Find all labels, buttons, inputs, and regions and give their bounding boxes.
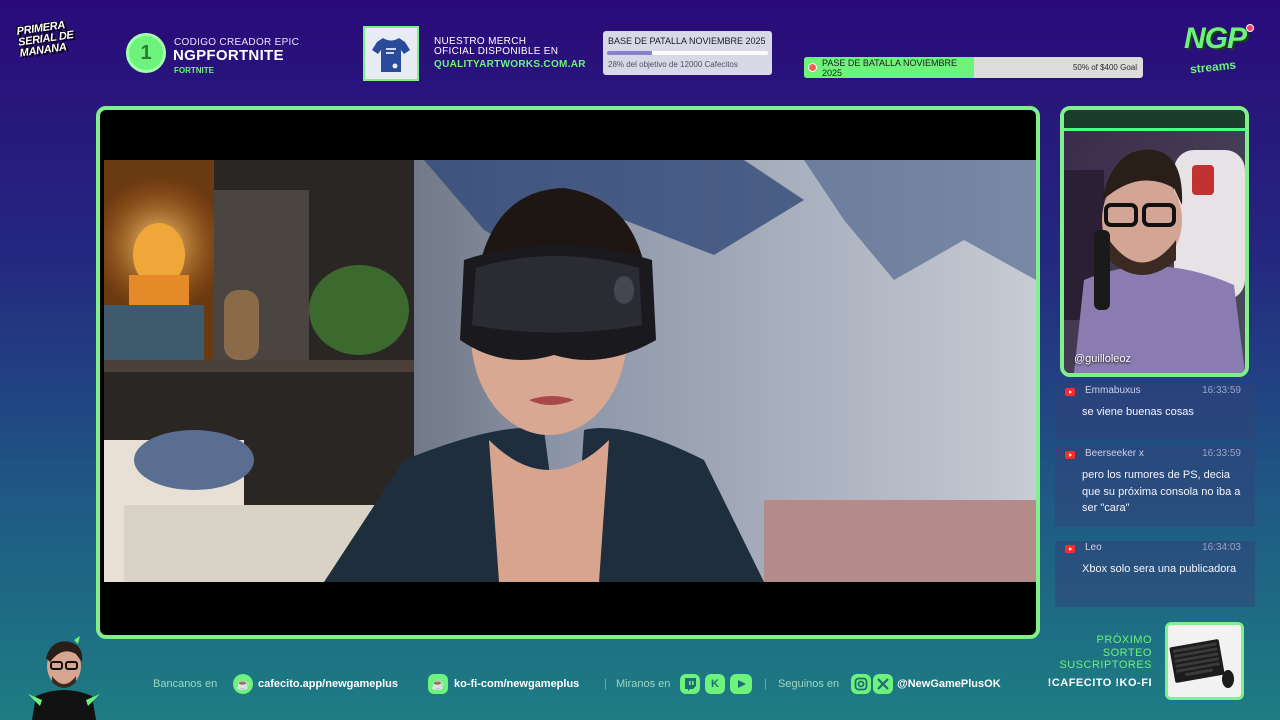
cafecito-goal-widget: BASE DE PATALLA NOVIEMBRE 2025 28% del o…: [603, 31, 772, 75]
cafecito-goal-progress-track: [607, 51, 768, 55]
cafecito-goal-subtitle: 28% del objetivo de 12000 Cafecitos: [608, 60, 738, 69]
kofi-goal-title: PASE DE BATALLA NOVIEMBRE 2025: [822, 58, 958, 78]
main-video-player[interactable]: [96, 106, 1040, 639]
x-twitter-icon[interactable]: [873, 674, 893, 694]
raffle-commands: !CAFECITO !KO-FI: [1047, 677, 1152, 689]
merch-url-link[interactable]: QUALITYARTWORKS.COM.AR: [434, 59, 586, 70]
chat-username: Leo: [1085, 542, 1102, 553]
footer-cafecito-link[interactable]: cafecito.app/newgameplus: [258, 678, 398, 690]
creator-code-value: NGPFORTNITE: [173, 47, 284, 64]
mascot-image: [28, 636, 100, 720]
keyboard-mouse-image: [1168, 625, 1241, 697]
raffle-prize-image: [1165, 622, 1244, 700]
youtube-icon: [1065, 388, 1075, 396]
creator-code-game: FORTNITE: [174, 66, 214, 75]
chat-message: Leo 16:34:03 Xbox solo sera una publicad…: [1055, 541, 1255, 607]
footer-bancanos-label: Bancanos en: [153, 678, 218, 690]
footer-social-handle[interactable]: @NewGamePlusOK: [897, 678, 1001, 690]
streamer-avatar-mascot: [26, 636, 102, 720]
chat-text: pero los rumores de PS, decia que su pró…: [1082, 469, 1241, 514]
instagram-icon[interactable]: [851, 674, 871, 694]
chat-timestamp: 16:33:59: [1202, 385, 1241, 396]
chat-username: Beerseeker x: [1085, 448, 1144, 459]
footer-kofi-link[interactable]: ko-fi-com/newgameplus: [454, 678, 579, 690]
logo-live-dot-icon: [1246, 24, 1254, 32]
webcam-handle-label: @guilloleoz: [1074, 353, 1132, 365]
kofi-cup-icon: [808, 63, 817, 72]
cafecito-goal-progress-fill: [607, 51, 653, 55]
chat-timestamp: 16:33:59: [1202, 448, 1241, 459]
chat-text: Xbox solo sera una publicadora: [1082, 563, 1237, 575]
webcam-image: [1064, 110, 1245, 373]
cafecito-goal-title: BASE DE PATALLA NOVIEMBRE 2025: [608, 36, 766, 46]
chat-text: se viene buenas cosas: [1082, 406, 1194, 418]
ngp-streams-logo: NGP streams: [1182, 22, 1260, 78]
webcam-feed: @guilloleoz: [1060, 106, 1249, 377]
youtube-icon[interactable]: [730, 674, 752, 694]
chat-username: Emmabuxus: [1085, 385, 1141, 396]
kofi-goal-widget: PASE DE BATALLA NOVIEMBRE 2025 50% of $4…: [804, 57, 1143, 78]
ngp-logo-sub: streams: [1189, 57, 1237, 77]
footer-separator: |: [764, 678, 767, 690]
youtube-icon: [1065, 451, 1075, 459]
kofi-goal-amount: 50% of $400 Goal: [1072, 63, 1137, 72]
chat-timestamp: 16:34:03: [1202, 542, 1241, 553]
stream-logo-left: PRIMERA SERIAL DE MANANA: [15, 19, 75, 60]
chat-message: Emmabuxus 16:33:59 se viene buenas cosas: [1055, 384, 1255, 440]
creator-code-badge-icon: 1: [126, 33, 166, 73]
ngp-logo-mark: NGP: [1184, 22, 1247, 55]
footer-miranos-label: Miranos en: [616, 678, 671, 690]
footer-separator: |: [604, 678, 607, 690]
footer-seguinos-label: Seguinos en: [778, 678, 840, 690]
video-scene-image: [104, 160, 1036, 582]
chat-message: Beerseeker x 16:33:59 pero los rumores d…: [1055, 447, 1255, 527]
merch-tshirt-image: [363, 26, 419, 81]
raffle-title-line2: SORTEO: [1102, 646, 1152, 659]
kofi-cup-icon: ☕: [428, 674, 448, 694]
youtube-icon: [1065, 545, 1075, 553]
raffle-title-line1: PRÓXIMO: [1096, 634, 1152, 646]
kick-icon[interactable]: K: [705, 674, 725, 694]
raffle-title: PRÓXIMO SORTEO SUSCRIPTORES: [1032, 634, 1152, 672]
twitch-icon[interactable]: [680, 674, 700, 694]
cafecito-icon: ☕: [233, 674, 253, 694]
merch-title-line2: OFICIAL DISPONIBLE EN: [434, 46, 559, 57]
tshirt-icon: [372, 37, 410, 72]
raffle-title-line3: SUSCRIPTORES: [1059, 659, 1152, 671]
